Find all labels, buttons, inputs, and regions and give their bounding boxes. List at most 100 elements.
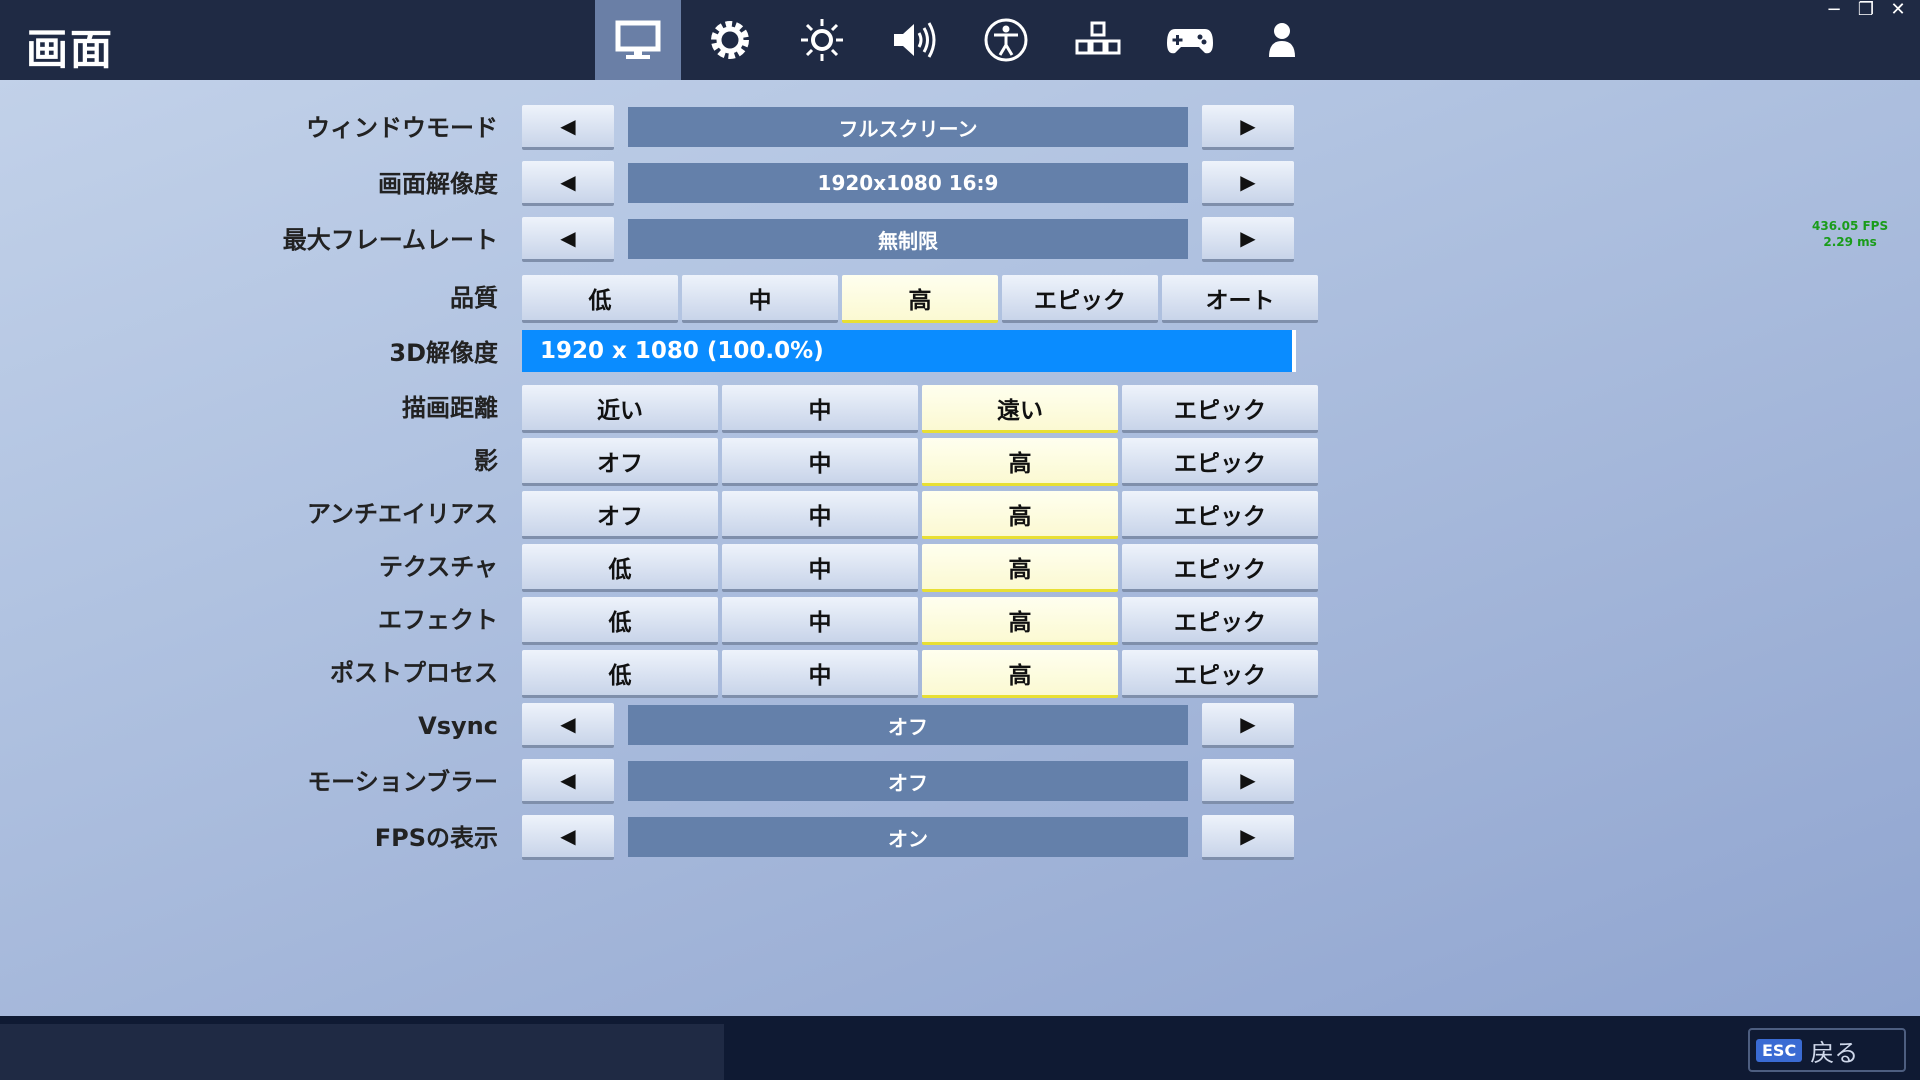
settings-tabs xyxy=(595,0,1331,80)
tab-input[interactable] xyxy=(1055,0,1141,80)
setting-show-fps: FPSの表示 ◀ オン ▶ xyxy=(0,815,1920,861)
setting-label: 描画距離 xyxy=(402,394,498,422)
option-button[interactable]: 中 xyxy=(722,438,918,486)
option-button[interactable]: オート xyxy=(1162,275,1318,323)
option-group: 低 中 高 エピック xyxy=(522,597,1322,645)
prev-button[interactable]: ◀ xyxy=(522,217,614,262)
setting-label: Vsync xyxy=(418,712,498,740)
minimize-button[interactable]: − xyxy=(1822,0,1846,20)
setting-view-distance: 描画距離 近い 中 遠い エピック xyxy=(0,385,1920,433)
option-group: 低 中 高 エピック オート xyxy=(522,275,1322,323)
option-button[interactable]: 中 xyxy=(722,491,918,539)
option-button[interactable]: 中 xyxy=(722,597,918,645)
option-button[interactable]: 高 xyxy=(922,491,1118,539)
setting-3d-resolution: 3D解像度 1920 x 1080 (100.0%) xyxy=(0,330,1920,376)
option-button[interactable]: オフ xyxy=(522,491,718,539)
option-button[interactable]: オフ xyxy=(522,438,718,486)
option-group: オフ 中 高 エピック xyxy=(522,438,1322,486)
setting-post-process: ポストプロセス 低 中 高 エピック xyxy=(0,650,1920,698)
next-button[interactable]: ▶ xyxy=(1202,217,1294,262)
option-button[interactable]: エピック xyxy=(1122,385,1318,433)
close-button[interactable]: ✕ xyxy=(1886,0,1910,20)
accessibility-icon xyxy=(984,18,1028,62)
setting-label: 品質 xyxy=(450,284,498,312)
option-button[interactable]: 中 xyxy=(722,650,918,698)
prev-button[interactable]: ◀ xyxy=(522,703,614,748)
setting-value: オン xyxy=(628,817,1188,857)
tab-brightness[interactable] xyxy=(779,0,865,80)
option-button[interactable]: 中 xyxy=(722,544,918,592)
option-button[interactable]: 中 xyxy=(722,385,918,433)
bottom-bar: ESC 戻る xyxy=(0,1016,1920,1080)
option-button[interactable]: 高 xyxy=(842,275,998,323)
option-button[interactable]: エピック xyxy=(1122,544,1318,592)
bottom-left-panel xyxy=(0,1024,724,1080)
prev-button[interactable]: ◀ xyxy=(522,105,614,150)
option-button[interactable]: 遠い xyxy=(922,385,1118,433)
option-button[interactable]: 低 xyxy=(522,597,718,645)
tab-account[interactable] xyxy=(1239,0,1325,80)
window-controls: − ❐ ✕ xyxy=(1822,0,1910,20)
prev-button[interactable]: ◀ xyxy=(522,815,614,860)
setting-quality: 品質 低 中 高 エピック オート xyxy=(0,275,1920,323)
next-button[interactable]: ▶ xyxy=(1202,759,1294,804)
tab-audio[interactable] xyxy=(871,0,957,80)
setting-label: モーションブラー xyxy=(307,768,498,796)
option-button[interactable]: エピック xyxy=(1122,491,1318,539)
back-button[interactable]: ESC 戻る xyxy=(1748,1028,1906,1072)
setting-label: エフェクト xyxy=(378,606,498,634)
setting-label: 画面解像度 xyxy=(378,170,498,198)
setting-value: 無制限 xyxy=(628,219,1188,259)
option-button[interactable]: エピック xyxy=(1122,597,1318,645)
setting-value: フルスクリーン xyxy=(628,107,1188,147)
option-button[interactable]: 近い xyxy=(522,385,718,433)
tab-controller[interactable] xyxy=(1147,0,1233,80)
option-button[interactable]: エピック xyxy=(1122,438,1318,486)
slider-value: 1920 x 1080 (100.0%) xyxy=(540,338,824,364)
prev-button[interactable]: ◀ xyxy=(522,759,614,804)
option-button[interactable]: 高 xyxy=(922,650,1118,698)
option-group: オフ 中 高 エピック xyxy=(522,491,1322,539)
esc-key-icon: ESC xyxy=(1756,1038,1803,1062)
tab-display[interactable] xyxy=(595,0,681,80)
setting-label: ウィンドウモード xyxy=(306,114,498,142)
prev-button[interactable]: ◀ xyxy=(522,161,614,206)
setting-anti-aliasing: アンチエイリアス オフ 中 高 エピック xyxy=(0,491,1920,539)
setting-textures: テクスチャ 低 中 高 エピック xyxy=(0,544,1920,592)
option-button[interactable]: 低 xyxy=(522,650,718,698)
account-icon xyxy=(1269,23,1295,57)
back-label: 戻る xyxy=(1810,1038,1859,1067)
setting-label: ポストプロセス xyxy=(330,659,498,687)
option-button[interactable]: 低 xyxy=(522,544,718,592)
next-button[interactable]: ▶ xyxy=(1202,703,1294,748)
next-button[interactable]: ▶ xyxy=(1202,105,1294,150)
option-group: 近い 中 遠い エピック xyxy=(522,385,1322,433)
brightness-icon xyxy=(801,19,843,61)
page-title: 画面 xyxy=(26,25,115,74)
setting-motion-blur: モーションブラー ◀ オフ ▶ xyxy=(0,759,1920,805)
option-button[interactable]: 中 xyxy=(682,275,838,323)
setting-effects: エフェクト 低 中 高 エピック xyxy=(0,597,1920,645)
gear-icon xyxy=(711,21,749,59)
option-button[interactable]: 高 xyxy=(922,597,1118,645)
option-button[interactable]: エピック xyxy=(1122,650,1318,698)
next-button[interactable]: ▶ xyxy=(1202,815,1294,860)
option-button[interactable]: エピック xyxy=(1002,275,1158,323)
setting-label: 3D解像度 xyxy=(389,339,498,367)
option-group: 低 中 高 エピック xyxy=(522,544,1322,592)
option-button[interactable]: 高 xyxy=(922,544,1118,592)
next-button[interactable]: ▶ xyxy=(1202,161,1294,206)
setting-resolution: 画面解像度 ◀ 1920x1080 16:9 ▶ xyxy=(0,161,1920,207)
option-button[interactable]: 高 xyxy=(922,438,1118,486)
speaker-icon xyxy=(894,22,936,58)
tab-accessibility[interactable] xyxy=(963,0,1049,80)
setting-label: 影 xyxy=(474,447,498,475)
fps-counter: 436.05 FPS 2.29 ms xyxy=(1812,218,1888,250)
tab-game[interactable] xyxy=(687,0,773,80)
restore-button[interactable]: ❐ xyxy=(1854,0,1878,20)
resolution-slider[interactable]: 1920 x 1080 (100.0%) xyxy=(522,330,1296,372)
setting-vsync: Vsync ◀ オフ ▶ xyxy=(0,703,1920,749)
setting-label: テクスチャ xyxy=(378,553,498,581)
setting-label: アンチエイリアス xyxy=(306,500,498,528)
option-button[interactable]: 低 xyxy=(522,275,678,323)
